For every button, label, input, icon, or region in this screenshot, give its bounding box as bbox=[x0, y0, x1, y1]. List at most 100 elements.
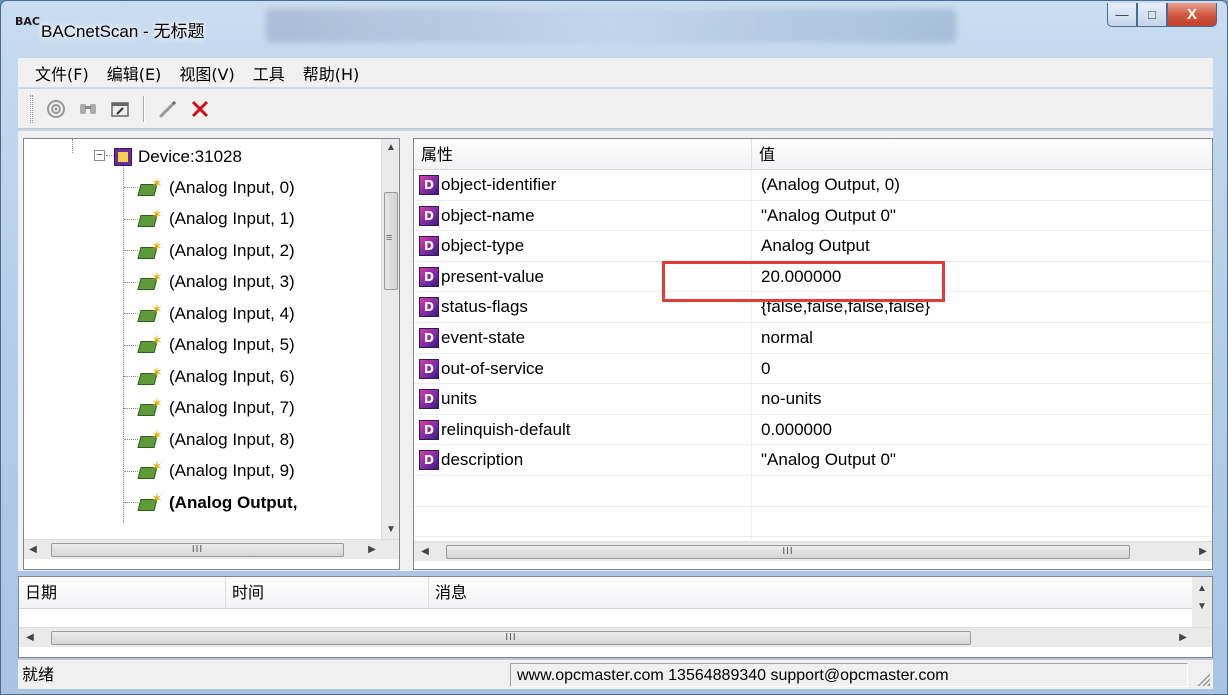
status-ready: 就绪 bbox=[22, 665, 55, 684]
property-name: present-value bbox=[441, 266, 545, 286]
menu-help[interactable]: 帮助(H) bbox=[294, 61, 369, 85]
tree-item-label: (Analog Input, 6) bbox=[169, 366, 295, 386]
properties-icon[interactable] bbox=[107, 96, 133, 122]
scroll-left-icon[interactable]: ◀ bbox=[24, 540, 42, 560]
scroll-down-icon[interactable]: ▼ bbox=[1197, 601, 1207, 612]
tree-item-object[interactable]: ✶ (Analog Input, 4) bbox=[137, 298, 295, 329]
edit-icon[interactable] bbox=[155, 96, 181, 122]
tree-horizontal-scrollbar[interactable]: ◀ III ▶ bbox=[24, 539, 399, 560]
property-name: description bbox=[441, 450, 524, 470]
property-name-cell: Dobject-type bbox=[419, 231, 524, 261]
property-horizontal-scrollbar[interactable]: ◀ III ▶ bbox=[414, 541, 1212, 562]
scroll-up-icon[interactable]: ▲ bbox=[1197, 583, 1207, 594]
column-header-time[interactable]: 时间 bbox=[226, 577, 429, 609]
property-value: (Analog Output, 0) bbox=[761, 175, 900, 194]
window-title: BACnetScan - 无标题 bbox=[41, 22, 205, 41]
collapse-expander[interactable]: − bbox=[94, 150, 105, 161]
tree-item-label: Device:31028 bbox=[138, 146, 242, 166]
property-name: object-identifier bbox=[441, 175, 557, 194]
scroll-right-icon[interactable]: ▶ bbox=[1174, 628, 1192, 648]
app-icon[interactable]: BAC bbox=[15, 16, 40, 37]
object-icon: ✶ bbox=[137, 175, 163, 197]
tree-item-label: (Analog Input, 4) bbox=[169, 303, 295, 323]
aero-glass-blur bbox=[266, 9, 956, 43]
tree-item-object[interactable]: ✶ (Analog Input, 7) bbox=[137, 393, 295, 424]
scroll-thumb[interactable]: III bbox=[51, 631, 971, 645]
column-header-value[interactable]: 值 bbox=[752, 139, 1212, 170]
main-window: BAC BACnetScan - 无标题 — □ X 文件(F) 编辑(E) 视… bbox=[0, 0, 1228, 695]
scroll-down-icon[interactable]: ▼ bbox=[382, 521, 399, 539]
present-value-highlight bbox=[662, 261, 945, 302]
property-row[interactable]: Dunits no-units bbox=[414, 384, 1212, 415]
property-row[interactable]: Ddescription "Analog Output 0" bbox=[414, 445, 1212, 476]
scroll-right-icon[interactable]: ▶ bbox=[1194, 542, 1212, 562]
title-bar[interactable]: BAC BACnetScan - 无标题 — □ X bbox=[1, 1, 1227, 55]
tree-item-label: (Analog Output, bbox=[169, 492, 298, 512]
tree-item-object[interactable]: ✶ (Analog Input, 6) bbox=[137, 361, 295, 392]
tree-item-label: (Analog Input, 3) bbox=[169, 272, 295, 291]
log-vertical-scrollbar[interactable]: ▲ ▼ bbox=[1192, 577, 1212, 627]
tree-item-object[interactable]: ✶ (Analog Input, 1) bbox=[137, 204, 295, 235]
property-row[interactable]: Dobject-type Analog Output bbox=[414, 231, 1212, 262]
tree-connector bbox=[124, 313, 138, 314]
property-row[interactable]: Dobject-identifier (Analog Output, 0) bbox=[414, 170, 1212, 201]
scroll-thumb[interactable]: III bbox=[51, 543, 344, 557]
tree-item-object[interactable]: ✶ (Analog Input, 0) bbox=[137, 172, 295, 203]
menu-view[interactable]: 视图(V) bbox=[170, 61, 243, 85]
tree-connector bbox=[124, 218, 138, 220]
log-list[interactable]: 日期 时间 消息 ▲ ▼ ◀ III ▶ bbox=[18, 576, 1213, 658]
resize-grip-icon[interactable] bbox=[1196, 672, 1210, 686]
tree-connector bbox=[124, 439, 138, 440]
scroll-right-icon[interactable]: ▶ bbox=[363, 540, 381, 560]
scroll-thumb[interactable]: III bbox=[446, 545, 1130, 559]
property-icon: D bbox=[419, 236, 439, 257]
property-value: "Analog Output 0" bbox=[761, 450, 896, 470]
property-value: 0 bbox=[761, 358, 771, 378]
tree-item-object[interactable]: ✶ (Analog Input, 2) bbox=[137, 235, 295, 266]
property-icon: D bbox=[419, 266, 439, 287]
object-icon: ✶ bbox=[137, 364, 163, 386]
menu-edit[interactable]: 编辑(E) bbox=[98, 61, 171, 85]
property-icon: D bbox=[419, 389, 439, 410]
property-row[interactable]: Dobject-name "Analog Output 0" bbox=[414, 201, 1212, 232]
tree-connector bbox=[124, 376, 138, 377]
scroll-left-icon[interactable]: ◀ bbox=[416, 542, 434, 562]
menu-file[interactable]: 文件(F) bbox=[26, 61, 98, 85]
tree-item-object[interactable]: ✶ (Analog Input, 3) bbox=[137, 267, 295, 298]
close-button[interactable]: X bbox=[1167, 3, 1217, 27]
find-icon[interactable] bbox=[75, 96, 101, 122]
tree-connector bbox=[124, 344, 138, 346]
tree-connector bbox=[124, 470, 138, 472]
grip-icon: ≡ bbox=[386, 232, 393, 244]
tree-item-device[interactable]: Device:31028 bbox=[114, 141, 242, 172]
property-row[interactable]: Drelinquish-default 0.000000 bbox=[414, 415, 1212, 446]
tree-item-object[interactable]: ✶ (Analog Input, 5) bbox=[137, 330, 295, 361]
toolbar-grip[interactable] bbox=[30, 94, 33, 123]
tree-item-object[interactable]: ✶ (Analog Input, 8) bbox=[137, 424, 295, 455]
delete-icon[interactable] bbox=[187, 96, 213, 122]
tree-item-object[interactable]: ✶ (Analog Output, bbox=[137, 487, 298, 518]
minimize-button[interactable]: — bbox=[1107, 3, 1137, 27]
column-header-message[interactable]: 消息 bbox=[429, 577, 1194, 609]
column-header-property[interactable]: 属性 bbox=[414, 139, 752, 170]
property-row[interactable]: Dout-of-service 0 bbox=[414, 354, 1212, 385]
scroll-up-icon[interactable]: ▲ bbox=[382, 139, 399, 157]
maximize-button[interactable]: □ bbox=[1137, 3, 1167, 27]
tree-connector bbox=[124, 502, 138, 503]
status-bar: 就绪 www.opcmaster.com 13564889340 support… bbox=[18, 659, 1213, 689]
property-name-cell: Dpresent-value bbox=[419, 262, 544, 292]
scroll-left-icon[interactable]: ◀ bbox=[21, 628, 39, 648]
discover-icon[interactable] bbox=[43, 96, 69, 122]
log-horizontal-scrollbar[interactable]: ◀ III ▶ bbox=[19, 627, 1212, 647]
property-value: "Analog Output 0" bbox=[761, 205, 896, 225]
menu-tools[interactable]: 工具 bbox=[244, 61, 294, 85]
property-list[interactable]: 属性 值 Dobject-identifier (Analog Output, 0… bbox=[413, 138, 1213, 570]
property-row[interactable]: Devent-state normal bbox=[414, 323, 1212, 354]
tree-item-object[interactable]: ✶ (Analog Input, 9) bbox=[137, 456, 295, 487]
object-tree[interactable]: − Device:31028 ✶ (Analog Input, 0) ✶ (Analo… bbox=[23, 138, 400, 570]
toolbar bbox=[18, 89, 1213, 129]
tree-connector bbox=[124, 281, 138, 283]
tree-connector bbox=[123, 161, 124, 523]
tree-vertical-scrollbar[interactable]: ▲ ≡ ▼ bbox=[381, 139, 399, 539]
column-header-date[interactable]: 日期 bbox=[19, 577, 226, 609]
